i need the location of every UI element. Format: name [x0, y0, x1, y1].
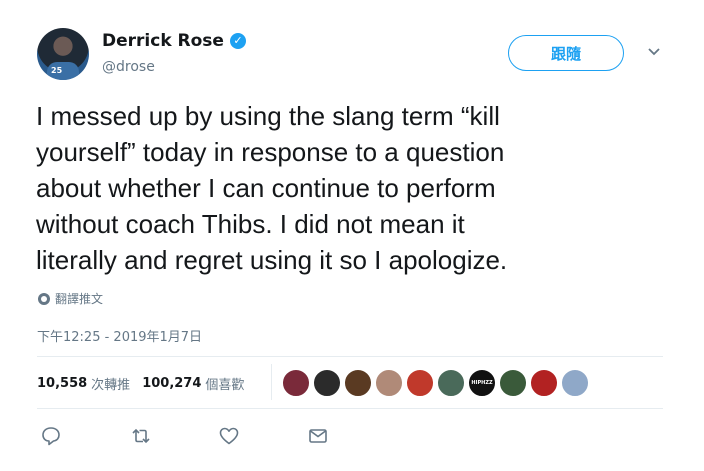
- liker-avatar[interactable]: [437, 369, 465, 397]
- liker-avatar[interactable]: [530, 369, 558, 397]
- divider-bottom: [37, 408, 663, 409]
- liker-avatar[interactable]: [406, 369, 434, 397]
- tweet-text: I messed up by using the slang term “kil…: [36, 101, 508, 275]
- liker-avatar[interactable]: HIPHZZ: [468, 369, 496, 397]
- user-name-row: Derrick Rose ✓: [102, 31, 246, 51]
- liker-avatar[interactable]: [313, 369, 341, 397]
- follow-button[interactable]: 跟隨: [508, 35, 624, 71]
- liker-avatar[interactable]: [561, 369, 589, 397]
- avatar[interactable]: 25: [37, 28, 89, 80]
- liker-avatar-text: HIPHZZ: [471, 380, 493, 386]
- globe-icon: [38, 292, 50, 305]
- likes-label[interactable]: 個喜歡: [205, 374, 244, 393]
- user-handle[interactable]: @drose: [102, 59, 155, 75]
- translate-tweet-link[interactable]: 翻譯推文: [38, 290, 103, 307]
- retweet-icon[interactable]: [130, 425, 152, 447]
- liker-avatars: HIPHZZ: [282, 369, 589, 397]
- liker-avatar[interactable]: [499, 369, 527, 397]
- verified-badge-icon: ✓: [229, 33, 246, 49]
- likes-count[interactable]: 100,274: [142, 376, 201, 391]
- liker-avatar[interactable]: [344, 369, 372, 397]
- translate-label: 翻譯推文: [55, 292, 104, 306]
- direct-message-icon[interactable]: [307, 425, 329, 447]
- user-display-name[interactable]: Derrick Rose: [102, 31, 224, 51]
- retweets-count[interactable]: 10,558: [37, 376, 87, 391]
- liker-avatar[interactable]: [375, 369, 403, 397]
- divider-top: [37, 356, 663, 357]
- reply-icon[interactable]: [40, 425, 62, 447]
- like-icon[interactable]: [218, 425, 240, 447]
- tweet-timestamp[interactable]: 下午12:25 - 2019年1月7日: [37, 326, 202, 345]
- liker-avatar[interactable]: [282, 369, 310, 397]
- stats-separator: [271, 364, 272, 400]
- chevron-down-icon[interactable]: [647, 44, 661, 58]
- avatar-jersey-number: 25: [51, 66, 63, 75]
- tweet-stats: 10,558 次轉推 100,274 個喜歡: [37, 374, 256, 393]
- retweets-label[interactable]: 次轉推: [91, 374, 130, 393]
